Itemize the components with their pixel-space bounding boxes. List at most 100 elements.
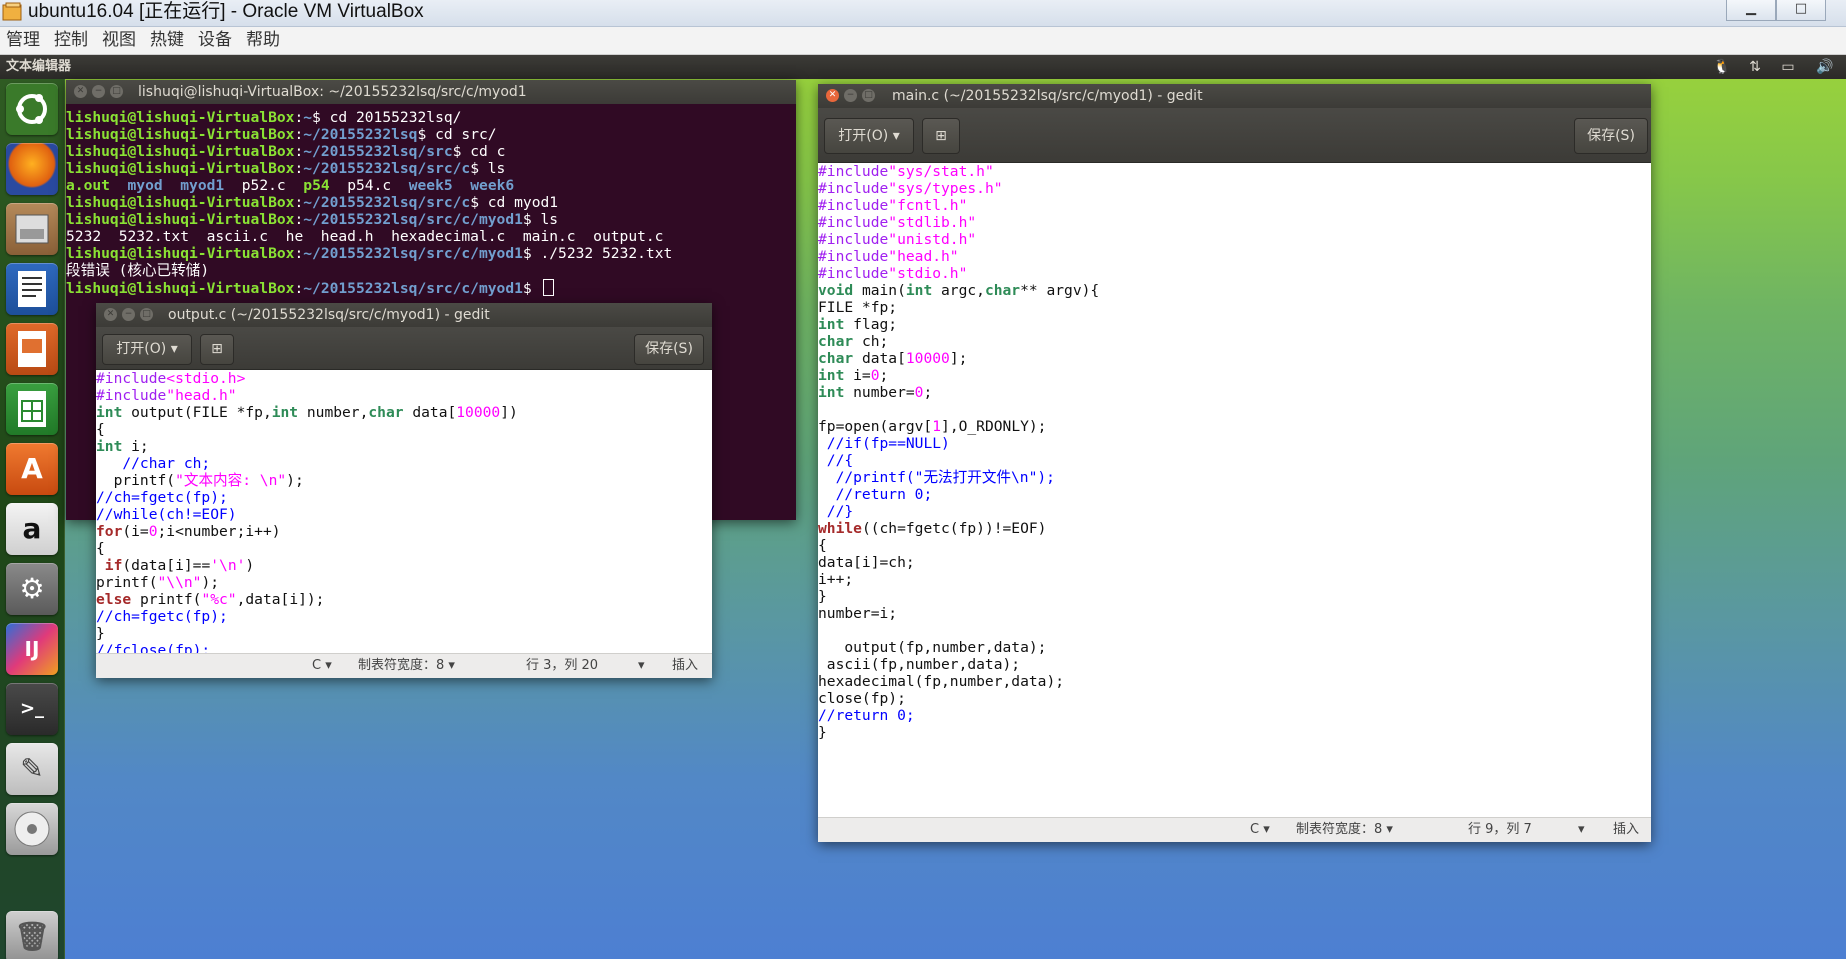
trash-icon: 🗑 <box>14 920 50 953</box>
menu-view[interactable]: 视图 <box>102 29 136 51</box>
code-line: printf("\\n"); <box>96 574 220 591</box>
ubuntu-logo-icon <box>16 94 47 124</box>
vbox-titlebar: ubuntu16.04 [正在运行] - Oracle VM VirtualBo… <box>0 0 1846 27</box>
terminal-line: lishuqi@lishuqi-VirtualBox:~/20155232lsq… <box>66 160 506 177</box>
code-line: //while(ch!=EOF) <box>96 506 237 523</box>
launcher-dvd[interactable] <box>6 803 58 855</box>
tab-width-selector[interactable]: 制表符宽度：8 ▾ <box>1296 818 1393 842</box>
position-dropdown-icon[interactable]: ▾ <box>638 654 645 678</box>
launcher-trash[interactable]: 🗑 <box>6 911 58 959</box>
launcher-dash[interactable] <box>6 83 58 135</box>
launcher-intellij[interactable]: IJ <box>6 623 58 675</box>
new-document-icon: ⊞ <box>211 341 223 357</box>
close-icon[interactable]: ✕ <box>104 308 117 321</box>
launcher-terminal[interactable]: >_ <box>6 683 58 735</box>
code-editor[interactable]: #include<stdio.h> #include"head.h" int out… <box>96 370 712 653</box>
code-line: ascii(fp,number,data); <box>818 656 1021 673</box>
code-line: #include"fcntl.h" <box>818 197 968 214</box>
code-line: #include"stdio.h" <box>818 265 968 282</box>
terminal-prompt[interactable]: lishuqi@lishuqi-VirtualBox:~/20155232lsq… <box>66 279 796 297</box>
code-line: int i=0; <box>818 367 889 384</box>
launcher-amazon[interactable]: a <box>6 503 58 555</box>
code-line: { <box>96 540 105 557</box>
terminal-cursor <box>542 279 554 296</box>
gedit-main-toolbar: 打开(O) ▾ ⊞ 保存(S) <box>818 108 1651 163</box>
minimize-button[interactable]: ▁ <box>1726 0 1776 21</box>
close-icon[interactable]: ✕ <box>826 89 839 102</box>
menu-help[interactable]: 帮助 <box>246 29 280 51</box>
gedit-output-window[interactable]: ✕ − □ output.c (~/20155232lsq/src/c/myod… <box>96 303 712 678</box>
tab-width-selector[interactable]: 制表符宽度：8 ▾ <box>358 654 455 678</box>
terminal-line: lishuqi@lishuqi-VirtualBox:~$ cd 2015523… <box>66 109 462 126</box>
gedit-output-titlebar[interactable]: ✕ − □ output.c (~/20155232lsq/src/c/myod… <box>96 303 712 327</box>
menu-devices[interactable]: 设备 <box>198 29 232 51</box>
position-dropdown-icon[interactable]: ▾ <box>1578 818 1585 842</box>
gedit-output-toolbar: 打开(O) ▾ ⊞ 保存(S) <box>96 327 712 370</box>
code-line: output(fp,number,data); <box>818 639 1047 656</box>
battery-icon[interactable]: ▭ <box>1778 58 1798 76</box>
maximize-button[interactable]: □ <box>1776 0 1826 21</box>
code-line: printf("文本内容: \n"); <box>96 472 304 489</box>
disc-icon <box>14 811 50 847</box>
code-line: #include"unistd.h" <box>818 231 977 248</box>
code-line: { <box>818 537 827 554</box>
terminal-icon: >_ <box>19 698 45 719</box>
gedit-main-window[interactable]: ✕ − □ main.c (~/20155232lsq/src/c/myod1)… <box>818 84 1651 842</box>
terminal-titlebar[interactable]: ✕ − □ lishuqi@lishuqi-VirtualBox: ~/2015… <box>66 80 796 104</box>
new-tab-button[interactable]: ⊞ <box>922 118 960 154</box>
terminal-line: lishuqi@lishuqi-VirtualBox:~/20155232lsq… <box>66 143 506 160</box>
code-line: //} <box>826 503 854 520</box>
launcher-software-center[interactable]: A <box>6 443 58 495</box>
code-line: hexadecimal(fp,number,data); <box>818 673 1065 690</box>
minimize-icon[interactable]: − <box>122 308 135 321</box>
window-title: ubuntu16.04 [正在运行] - Oracle VM VirtualBo… <box>28 1 424 22</box>
network-arrows-icon[interactable]: ⇅ <box>1745 58 1765 76</box>
shopping-bag-icon: A <box>21 452 43 485</box>
cursor-position: 行 9，列 7 <box>1468 822 1532 837</box>
gedit-main-titlebar[interactable]: ✕ − □ main.c (~/20155232lsq/src/c/myod1)… <box>818 84 1651 108</box>
language-selector[interactable]: C ▾ <box>312 654 332 678</box>
save-button[interactable]: 保存(S) <box>1574 118 1648 154</box>
gedit-main-title: main.c (~/20155232lsq/src/c/myod1) - ged… <box>892 88 1203 104</box>
language-selector[interactable]: C ▾ <box>1250 818 1270 842</box>
save-button[interactable]: 保存(S) <box>634 334 704 365</box>
amazon-icon: a <box>22 512 42 545</box>
new-tab-button[interactable]: ⊞ <box>200 334 234 365</box>
code-line: fp=open(argv[1],O_RDONLY); <box>818 418 1047 435</box>
code-line: } <box>96 625 105 642</box>
code-line: //ch=fgetc(fp); <box>96 608 228 625</box>
code-line: while((ch=fgetc(fp))!=EOF) <box>818 520 1047 537</box>
code-line: //return 0; <box>835 486 933 503</box>
menu-hotkey[interactable]: 热键 <box>150 29 184 51</box>
menu-manage[interactable]: 管理 <box>6 29 40 51</box>
penguin-icon[interactable]: 🐧 <box>1712 58 1732 76</box>
panel-app-title: 文本编辑器 <box>6 59 72 74</box>
launcher-text-editor[interactable]: ✎ <box>6 743 58 795</box>
launcher-writer[interactable] <box>6 263 58 315</box>
launcher-settings[interactable]: ⚙ <box>6 563 58 615</box>
launcher-calc[interactable] <box>6 383 58 435</box>
maximize-icon[interactable]: □ <box>862 89 875 102</box>
code-line: #include"head.h" <box>818 248 959 265</box>
code-line: //fclose(fp); <box>96 642 211 653</box>
maximize-icon[interactable]: □ <box>110 85 123 98</box>
open-button[interactable]: 打开(O) ▾ <box>824 118 914 154</box>
gear-wrench-icon: ⚙ <box>19 572 45 605</box>
terminal-line: lishuqi@lishuqi-VirtualBox:~/20155232lsq… <box>66 211 559 228</box>
launcher-files[interactable] <box>6 203 58 255</box>
terminal-ls-output: a.out myod myod1 p52.c p54 p54.c week5 w… <box>66 177 515 194</box>
launcher-impress[interactable] <box>6 323 58 375</box>
code-editor[interactable]: #include"sys/stat.h" #include"sys/types.h… <box>818 163 1651 817</box>
launcher-firefox[interactable] <box>6 143 58 195</box>
minimize-icon[interactable]: − <box>844 89 857 102</box>
minimize-icon: ▁ <box>1746 1 1756 16</box>
close-icon[interactable]: ✕ <box>74 85 87 98</box>
gedit-output-title: output.c (~/20155232lsq/src/c/myod1) - g… <box>168 307 490 323</box>
maximize-icon[interactable]: □ <box>140 308 153 321</box>
open-button[interactable]: 打开(O) ▾ <box>102 334 192 365</box>
minimize-icon[interactable]: − <box>92 85 105 98</box>
sound-icon[interactable]: 🔊 <box>1815 58 1835 76</box>
menu-control[interactable]: 控制 <box>54 29 88 51</box>
insert-mode: 插入 <box>1613 822 1640 837</box>
code-line: #include"head.h" <box>96 387 237 404</box>
